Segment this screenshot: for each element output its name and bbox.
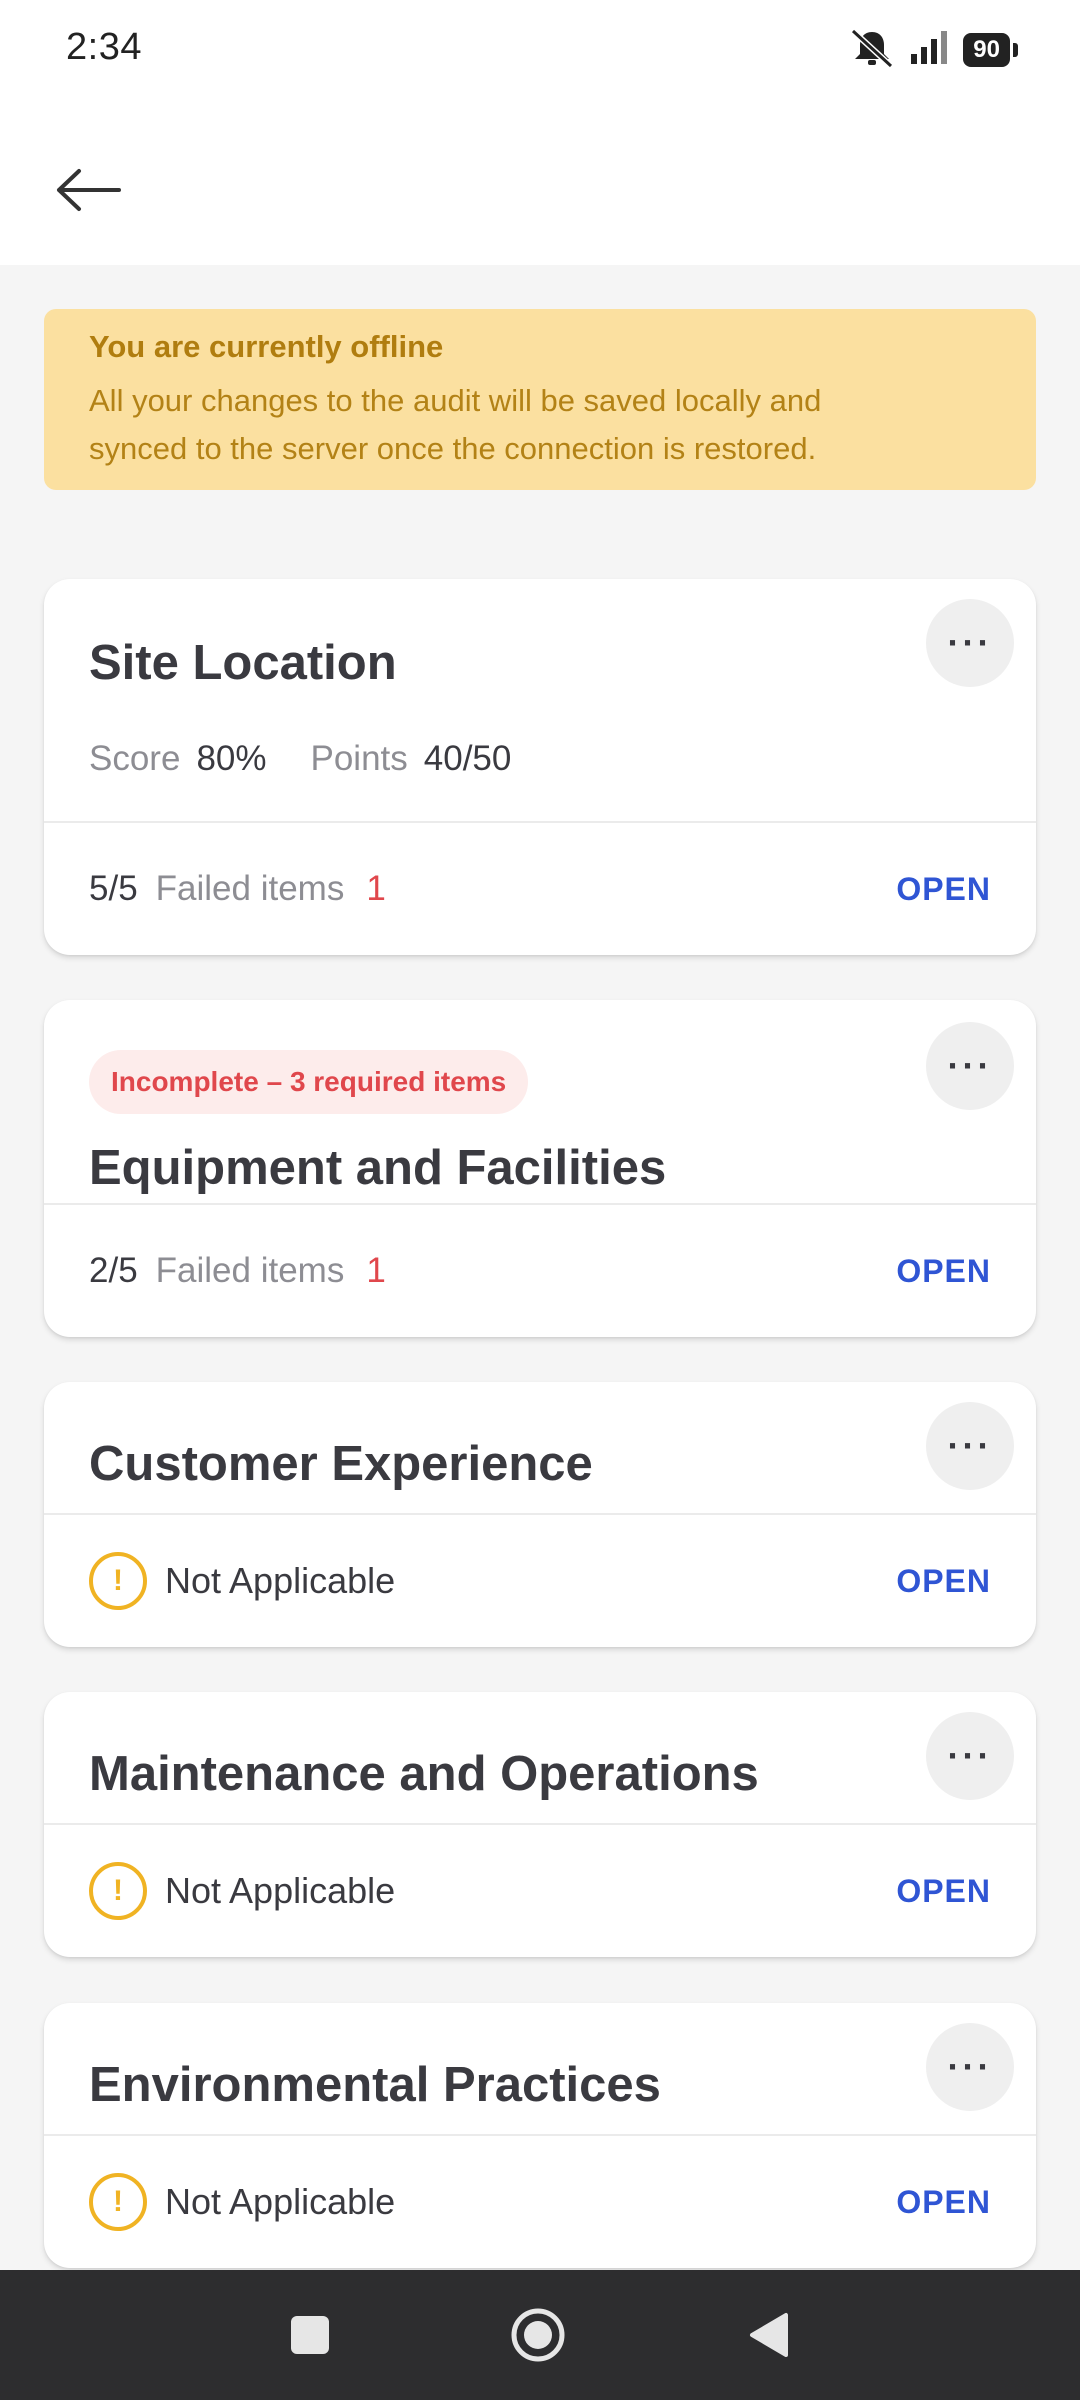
failed-items-label: Failed items <box>155 1251 345 1290</box>
section-card-equipment-and-facilities[interactable]: ··· Incomplete – 3 required items Equipm… <box>44 1000 1036 1337</box>
failed-items-count: 1 <box>366 869 386 908</box>
more-horizontal-icon: ··· <box>947 1045 993 1086</box>
card-footer: 2/5 Failed items 1 OPEN <box>89 1205 991 1337</box>
card-footer: ! Not Applicable OPEN <box>89 1825 991 1957</box>
open-button[interactable]: OPEN <box>896 2184 991 2221</box>
battery-indicator: 90 <box>963 33 1018 67</box>
more-options-button[interactable]: ··· <box>926 1402 1014 1490</box>
score-value: 80% <box>196 739 267 778</box>
circle-icon <box>511 2308 565 2362</box>
item-count: 5/5 <box>89 869 138 908</box>
incomplete-badge: Incomplete – 3 required items <box>89 1050 529 1114</box>
offline-banner-message-line2: synced to the server once the connection… <box>89 431 817 466</box>
section-card-site-location[interactable]: ··· Site Location Score 80% Points 40/50… <box>44 579 1036 955</box>
notifications-off-icon <box>849 28 895 73</box>
open-button[interactable]: OPEN <box>896 1253 991 1290</box>
section-title: Customer Experience <box>89 1437 593 1491</box>
section-card-maintenance-and-operations[interactable]: ··· Maintenance and Operations ! Not App… <box>44 1692 1036 1957</box>
offline-banner-title: You are currently offline <box>89 329 444 364</box>
more-horizontal-icon: ··· <box>947 1735 993 1776</box>
more-options-button[interactable]: ··· <box>926 1022 1014 1110</box>
section-card-customer-experience[interactable]: ··· Customer Experience ! Not Applicable… <box>44 1382 1036 1647</box>
app-bar <box>0 100 1080 265</box>
score-label: Score <box>89 739 181 778</box>
offline-banner-message-line1: All your changes to the audit will be sa… <box>89 383 822 418</box>
section-title: Environmental Practices <box>89 2058 661 2112</box>
item-count: 2/5 <box>89 1251 138 1290</box>
failed-items-label: Failed items <box>155 869 345 908</box>
open-button[interactable]: OPEN <box>896 871 991 908</box>
section-title: Maintenance and Operations <box>89 1747 759 1801</box>
triangle-back-icon <box>750 2313 788 2357</box>
more-options-button[interactable]: ··· <box>926 599 1014 687</box>
open-button[interactable]: OPEN <box>896 1873 991 1910</box>
back-button[interactable] <box>48 150 128 230</box>
warning-icon: ! <box>89 2173 147 2231</box>
card-footer: ! Not Applicable OPEN <box>89 1515 991 1647</box>
status-icons: 90 <box>849 28 1018 73</box>
more-horizontal-icon: ··· <box>947 1425 993 1466</box>
system-nav-bar <box>0 2270 1080 2400</box>
arrow-left-icon <box>57 169 121 211</box>
square-icon <box>291 2316 329 2354</box>
more-options-button[interactable]: ··· <box>926 1712 1014 1800</box>
status-text: Not Applicable <box>165 1870 396 1911</box>
card-footer: 5/5 Failed items 1 OPEN <box>89 823 991 955</box>
signal-icon <box>909 30 949 71</box>
score-row: Score 80% Points 40/50 <box>89 739 539 779</box>
open-button[interactable]: OPEN <box>896 1563 991 1600</box>
section-title: Site Location <box>89 636 397 690</box>
section-card-environmental-practices[interactable]: ··· Environmental Practices ! Not Applic… <box>44 2003 1036 2268</box>
warning-icon: ! <box>89 1552 147 1610</box>
status-text: Not Applicable <box>165 2181 396 2222</box>
offline-banner: You are currently offline All your chang… <box>44 309 1036 490</box>
points-label: Points <box>310 739 408 778</box>
card-footer: ! Not Applicable OPEN <box>89 2136 991 2268</box>
status-bar: 2:34 90 <box>0 0 1080 100</box>
warning-icon: ! <box>89 1862 147 1920</box>
points-value: 40/50 <box>423 739 512 778</box>
recents-button[interactable] <box>290 2315 330 2355</box>
status-time: 2:34 <box>66 26 142 68</box>
more-horizontal-icon: ··· <box>947 2046 993 2087</box>
status-text: Not Applicable <box>165 1560 396 1601</box>
home-button[interactable] <box>510 2307 566 2363</box>
more-horizontal-icon: ··· <box>947 622 993 663</box>
more-options-button[interactable]: ··· <box>926 2023 1014 2111</box>
back-nav-button[interactable] <box>746 2311 790 2359</box>
failed-items-count: 1 <box>366 1251 386 1290</box>
section-title: Equipment and Facilities <box>89 1141 667 1195</box>
